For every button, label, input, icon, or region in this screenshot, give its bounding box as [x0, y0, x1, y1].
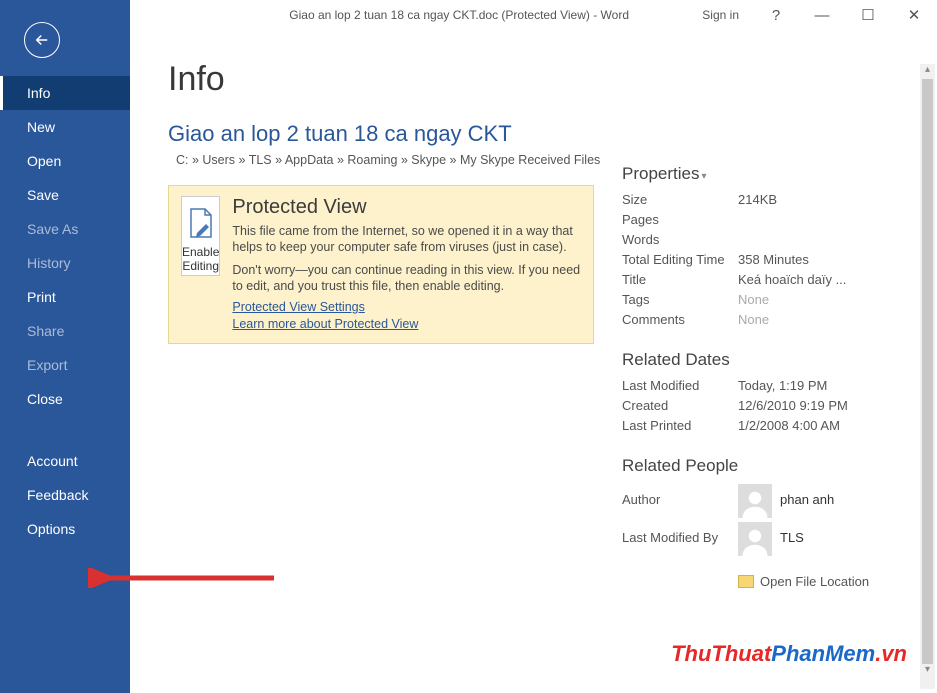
- enable-label-2: Editing: [182, 259, 219, 273]
- protected-view-title: Protected View: [232, 196, 581, 219]
- nav-label: Save As: [27, 221, 78, 237]
- nav-label: Options: [27, 521, 75, 537]
- protected-view-settings-link[interactable]: Protected View Settings: [232, 300, 581, 314]
- nav-new[interactable]: New: [0, 110, 130, 144]
- modified-by-name: TLS: [780, 522, 804, 545]
- protected-view-para2: Don't worry—you can continue reading in …: [232, 262, 581, 295]
- title-bar: Giao an lop 2 tuan 18 ca ngay CKT.doc (P…: [130, 0, 937, 30]
- window-title: Giao an lop 2 tuan 18 ca ngay CKT.doc (P…: [130, 8, 688, 22]
- folder-icon: [738, 575, 754, 588]
- author-name: phan anh: [780, 484, 834, 507]
- nav-label: Export: [27, 357, 67, 373]
- nav-export: Export: [0, 348, 130, 382]
- author-row: Author phan anh: [622, 484, 882, 518]
- date-modified: Last ModifiedToday, 1:19 PM: [622, 378, 882, 393]
- open-file-location-link[interactable]: Open File Location: [738, 574, 882, 589]
- watermark: ThuThuatPhanMem.vn: [671, 641, 907, 667]
- nav-options[interactable]: Options: [0, 512, 130, 546]
- prop-words: Words: [622, 232, 882, 247]
- enable-editing-icon: [187, 207, 215, 239]
- last-modified-by-row: Last Modified By TLS: [622, 522, 882, 556]
- enable-label-1: Enable: [182, 245, 219, 259]
- protected-view-panel: Enable Editing Protected View This file …: [168, 185, 594, 344]
- help-button[interactable]: ?: [753, 7, 799, 24]
- nav-label: Print: [27, 289, 56, 305]
- nav-label: Save: [27, 187, 59, 203]
- enable-editing-button[interactable]: Enable Editing: [181, 196, 220, 276]
- nav-label: Feedback: [27, 487, 88, 503]
- nav-label: Close: [27, 391, 63, 407]
- content-area: Info Giao an lop 2 tuan 18 ca ngay CKT C…: [130, 30, 937, 693]
- nav-info[interactable]: Info: [0, 76, 130, 110]
- prop-editing-time: Total Editing Time358 Minutes: [622, 252, 882, 267]
- related-people-heading: Related People: [622, 456, 882, 476]
- minimize-button[interactable]: —: [799, 7, 845, 24]
- modified-by-label: Last Modified By: [622, 522, 738, 545]
- scroll-down-icon[interactable]: ▾: [920, 664, 935, 679]
- nav-label: Info: [27, 85, 50, 101]
- nav-print[interactable]: Print: [0, 280, 130, 314]
- properties-column: Properties▾ Size214KB Pages Words Total …: [622, 164, 882, 589]
- prop-comments: CommentsNone: [622, 312, 882, 327]
- nav-open[interactable]: Open: [0, 144, 130, 178]
- nav-save-as: Save As: [0, 212, 130, 246]
- nav-label: Account: [27, 453, 78, 469]
- maximize-button[interactable]: ☐: [845, 6, 891, 24]
- prop-tags: TagsNone: [622, 292, 882, 307]
- document-title: Giao an lop 2 tuan 18 ca ngay CKT: [168, 121, 937, 147]
- close-button[interactable]: ✕: [891, 6, 937, 24]
- scrollbar-thumb[interactable]: [922, 79, 933, 664]
- nav-share: Share: [0, 314, 130, 348]
- open-file-location-label: Open File Location: [760, 574, 869, 589]
- date-created: Created12/6/2010 9:19 PM: [622, 398, 882, 413]
- author-label: Author: [622, 484, 738, 507]
- nav-label: History: [27, 255, 71, 271]
- back-button[interactable]: [24, 22, 60, 58]
- related-dates-heading: Related Dates: [622, 350, 882, 370]
- protected-view-learn-link[interactable]: Learn more about Protected View: [232, 317, 581, 331]
- properties-label: Properties: [622, 164, 699, 183]
- properties-heading[interactable]: Properties▾: [622, 164, 882, 184]
- sign-in-link[interactable]: Sign in: [688, 8, 753, 22]
- file-menu-sidebar: Info New Open Save Save As History Print…: [0, 0, 130, 693]
- chevron-down-icon: ▾: [701, 171, 706, 182]
- page-heading: Info: [168, 60, 937, 99]
- protected-view-para1: This file came from the Internet, so we …: [232, 223, 581, 256]
- prop-pages: Pages: [622, 212, 882, 227]
- nav-label: New: [27, 119, 55, 135]
- prop-size: Size214KB: [622, 192, 882, 207]
- date-printed: Last Printed1/2/2008 4:00 AM: [622, 418, 882, 433]
- nav-label: Share: [27, 323, 64, 339]
- nav-label: Open: [27, 153, 61, 169]
- protected-view-text: Protected View This file came from the I…: [232, 196, 581, 331]
- nav-close[interactable]: Close: [0, 382, 130, 416]
- nav-account[interactable]: Account: [0, 444, 130, 478]
- nav-save[interactable]: Save: [0, 178, 130, 212]
- nav-feedback[interactable]: Feedback: [0, 478, 130, 512]
- vertical-scrollbar[interactable]: ▴ ▾: [920, 64, 935, 689]
- nav-history: History: [0, 246, 130, 280]
- back-arrow-icon: [33, 31, 51, 49]
- avatar-icon: [738, 484, 772, 518]
- prop-title: TitleKeá hoaïch daïy ...: [622, 272, 882, 287]
- scroll-up-icon[interactable]: ▴: [920, 64, 935, 79]
- avatar-icon: [738, 522, 772, 556]
